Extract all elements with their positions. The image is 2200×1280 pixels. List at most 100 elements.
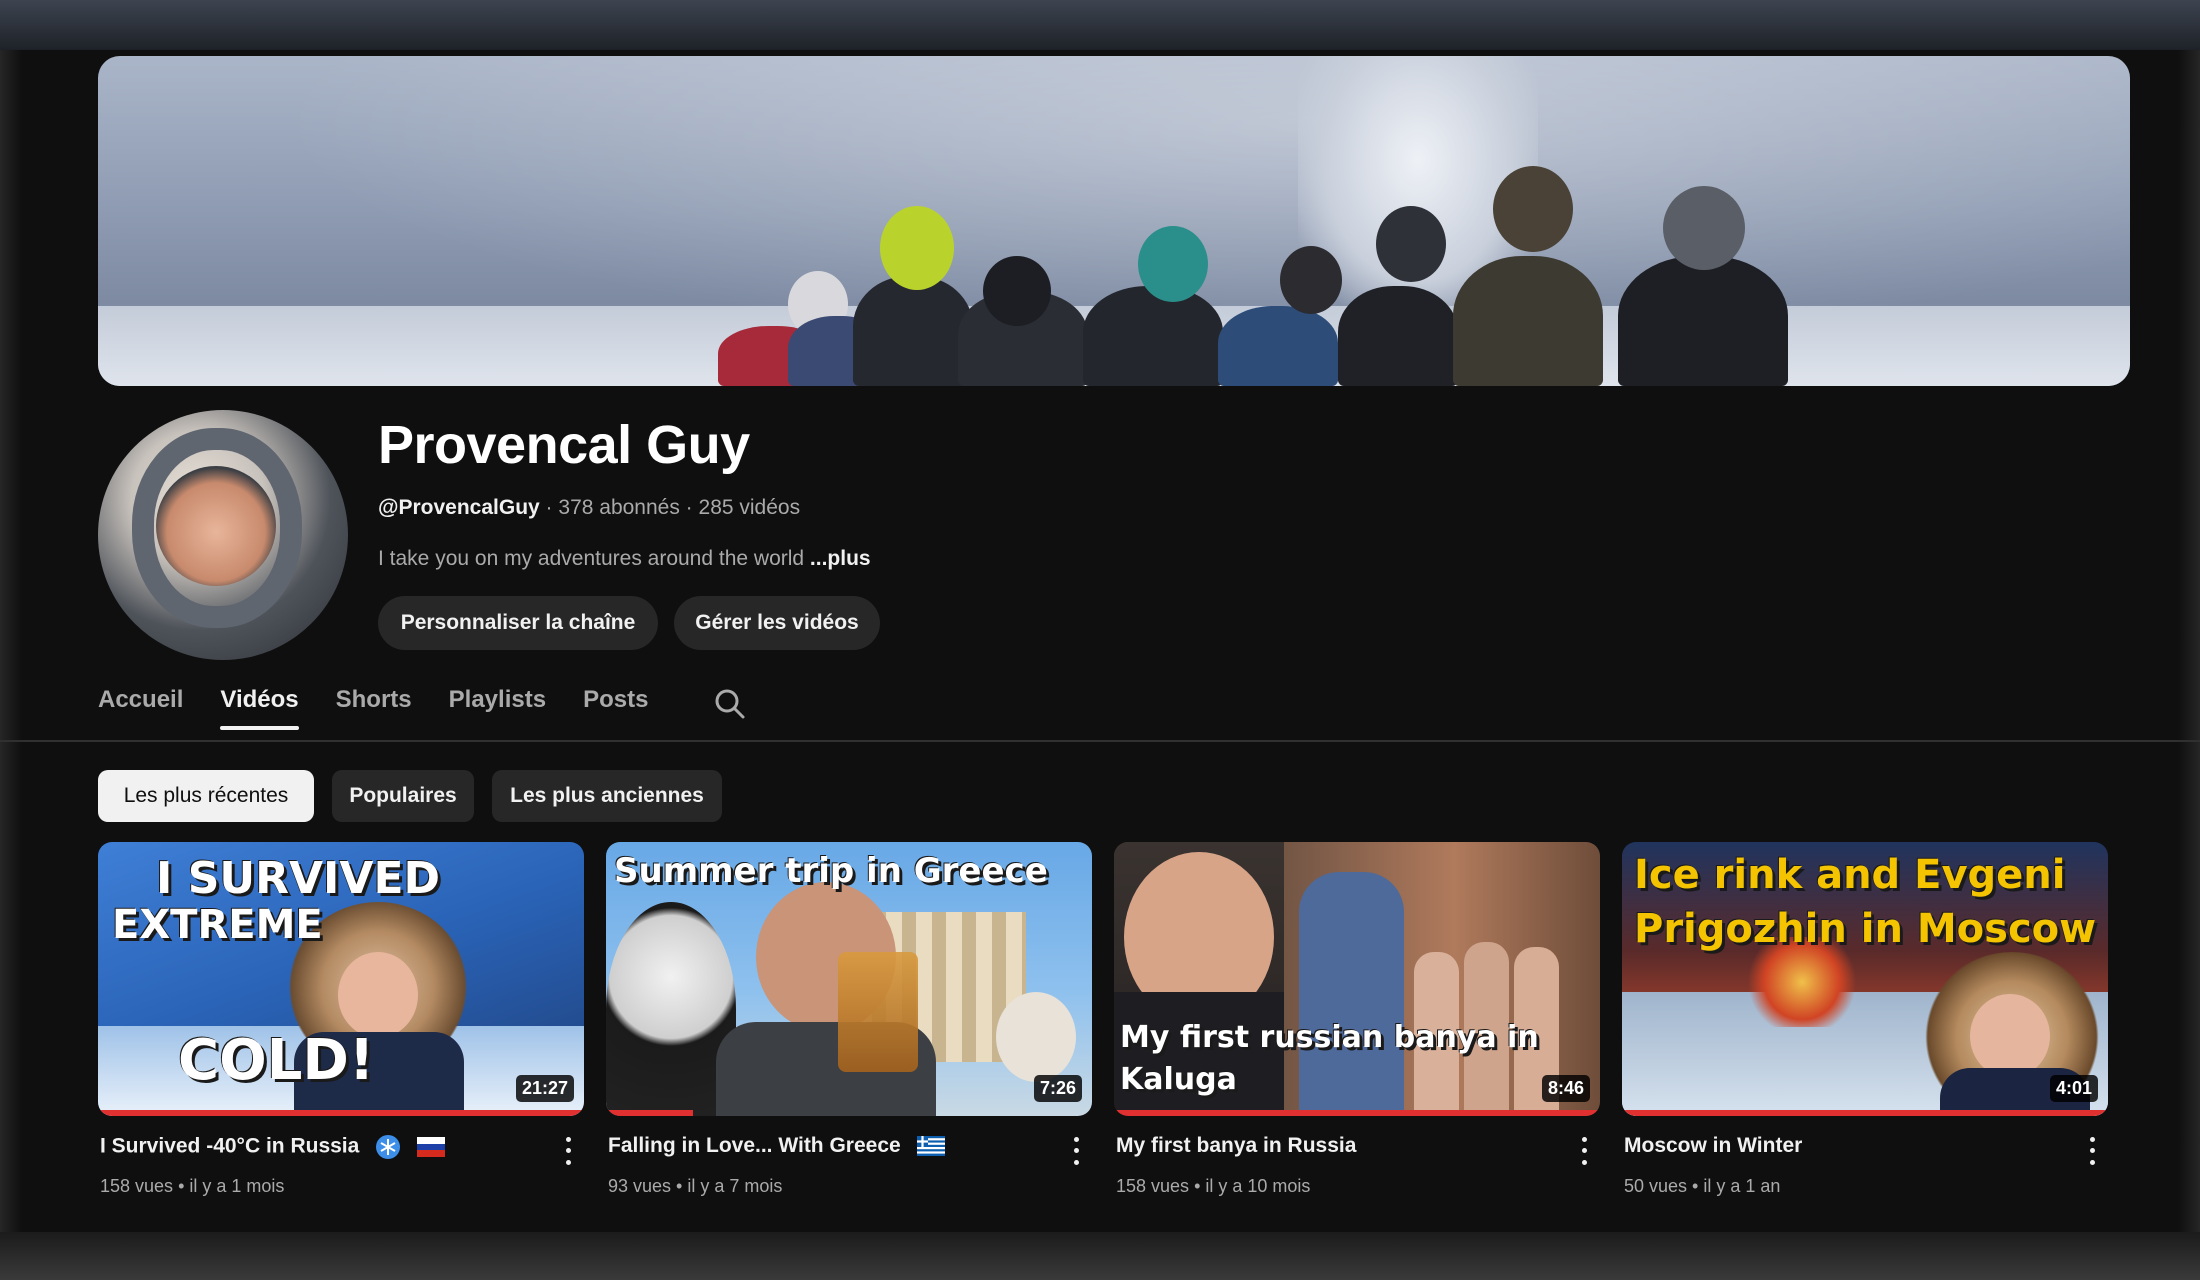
- upload-age: il y a 10 mois: [1205, 1176, 1311, 1196]
- banner-person: [1453, 256, 1603, 386]
- meta-separator: ·: [539, 496, 559, 519]
- face: [1970, 994, 2050, 1078]
- snowflake-emoji-icon: [376, 1135, 401, 1159]
- video-menu-icon[interactable]: [1574, 1134, 1594, 1168]
- chip-most-recent[interactable]: Les plus récentes: [98, 770, 314, 822]
- video-thumbnail[interactable]: Summer trip in Greece 7:26: [606, 842, 1092, 1116]
- banner-person: [1338, 286, 1458, 386]
- meta-separator: •: [671, 1176, 688, 1196]
- channel-name: Provencal Guy: [378, 415, 750, 475]
- video-duration: 7:26: [1033, 1075, 1082, 1102]
- video-meta: 158 vues • il y a 1 mois: [100, 1176, 284, 1197]
- channel-description[interactable]: I take you on my adventures around the w…: [378, 547, 871, 571]
- bottom-frame-band: [0, 1232, 2200, 1280]
- view-count: 158 vues: [1116, 1176, 1190, 1196]
- tab-home[interactable]: Accueil: [98, 686, 183, 730]
- video-menu-icon[interactable]: [558, 1134, 578, 1168]
- subscriber-count: 378 abonnés: [558, 496, 680, 519]
- banner-helmet: [1280, 246, 1342, 314]
- tab-shorts[interactable]: Shorts: [336, 686, 412, 730]
- video-card[interactable]: I SURVIVED EXTREME COLD! 21:27 I Survive…: [98, 842, 584, 1196]
- banner-person: [1218, 306, 1338, 386]
- child: [1299, 872, 1404, 1116]
- view-count: 158 vues: [100, 1176, 174, 1196]
- meta-separator: •: [173, 1176, 190, 1196]
- video-title[interactable]: Falling in Love... With Greece: [608, 1134, 945, 1158]
- upload-age: il y a 1 mois: [189, 1176, 285, 1196]
- banner-helmet: [880, 206, 954, 290]
- avatar-face: [156, 466, 276, 586]
- video-duration: 8:46: [1541, 1075, 1590, 1102]
- watch-progress-bar: [606, 1110, 694, 1116]
- video-meta: 93 vues • il y a 7 mois: [608, 1176, 782, 1197]
- view-count: 50 vues: [1624, 1176, 1688, 1196]
- description-more-link[interactable]: ...plus: [810, 547, 871, 570]
- meta-separator: •: [1189, 1176, 1206, 1196]
- thumbnail-caption-line-3: COLD!: [178, 1028, 375, 1093]
- right-frame-edge: [2178, 50, 2200, 1232]
- face: [338, 952, 418, 1038]
- video-title-text: Falling in Love... With Greece: [608, 1134, 901, 1157]
- tab-posts[interactable]: Posts: [583, 686, 648, 730]
- channel-tabs: Accueil Vidéos Shorts Playlists Posts: [98, 686, 685, 742]
- channel-meta: @ProvencalGuy · 378 abonnés · 285 vidéos: [378, 496, 800, 520]
- video-title-text: I Survived -40°C in Russia: [100, 1134, 360, 1158]
- customize-channel-button[interactable]: Personnaliser la chaîne: [378, 596, 658, 650]
- banner-person: [1083, 286, 1223, 386]
- thumbnail-caption-line-2: Prigozhin in Moscow: [1634, 906, 2097, 952]
- video-thumbnail[interactable]: My first russian banya in Kaluga 8:46: [1114, 842, 1600, 1116]
- search-icon[interactable]: [712, 686, 748, 722]
- channel-handle[interactable]: @ProvencalGuy: [378, 496, 540, 519]
- channel-banner: [98, 56, 2130, 386]
- banner-helmet: [1493, 166, 1573, 252]
- video-thumbnail[interactable]: I SURVIVED EXTREME COLD! 21:27: [98, 842, 584, 1116]
- banner-person: [1618, 256, 1788, 386]
- beer-glass: [838, 952, 918, 1072]
- upload-age: il y a 1 an: [1703, 1176, 1781, 1196]
- video-duration: 4:01: [2049, 1075, 2098, 1102]
- thumbnail-caption-line-1: Ice rink and Evgeni: [1634, 852, 2066, 898]
- upload-age: il y a 7 mois: [687, 1176, 783, 1196]
- video-card[interactable]: My first russian banya in Kaluga 8:46 My…: [1114, 842, 1600, 1196]
- video-menu-icon[interactable]: [2082, 1134, 2102, 1168]
- video-card[interactable]: Summer trip in Greece 7:26 Falling in Lo…: [606, 842, 1092, 1196]
- video-duration: 21:27: [515, 1075, 574, 1102]
- meta-separator: •: [1687, 1176, 1704, 1196]
- greece-flag-icon: [916, 1136, 945, 1157]
- watch-progress-bar: [1114, 1110, 1600, 1116]
- channel-avatar[interactable]: [98, 410, 348, 660]
- banner-helmet: [1376, 206, 1446, 282]
- tab-videos[interactable]: Vidéos: [220, 686, 299, 730]
- watch-progress-bar: [1622, 1110, 2108, 1116]
- russia-flag-icon: [417, 1137, 446, 1157]
- chip-oldest[interactable]: Les plus anciennes: [492, 770, 722, 822]
- meta-separator: ·: [679, 496, 699, 519]
- thumbnail-caption-line-2: Kaluga: [1120, 1062, 1237, 1097]
- cat: [996, 992, 1076, 1082]
- banner-helmet: [983, 256, 1051, 326]
- description-text: I take you on my adventures around the w…: [378, 547, 810, 570]
- video-card[interactable]: Ice rink and Evgeni Prigozhin in Moscow …: [1622, 842, 2108, 1196]
- tab-playlists[interactable]: Playlists: [449, 686, 546, 730]
- left-frame-edge: [0, 50, 22, 1232]
- banner-helmet: [1138, 226, 1208, 302]
- top-frame-band: [0, 0, 2200, 50]
- thumbnail-caption-line-2: EXTREME: [112, 902, 323, 948]
- banner-helmet: [1663, 186, 1745, 270]
- video-title[interactable]: My first banya in Russia: [1116, 1134, 1356, 1158]
- video-count: 285 vidéos: [698, 496, 801, 519]
- video-title[interactable]: Moscow in Winter: [1624, 1134, 1802, 1158]
- thumbnail-caption: Summer trip in Greece: [614, 851, 1048, 891]
- watch-progress-bar: [98, 1110, 584, 1116]
- thumbnail-caption-line-1: My first russian banya in: [1120, 1020, 1539, 1055]
- chip-popular[interactable]: Populaires: [332, 770, 474, 822]
- video-meta: 158 vues • il y a 10 mois: [1116, 1176, 1310, 1197]
- video-thumbnail[interactable]: Ice rink and Evgeni Prigozhin in Moscow …: [1622, 842, 2108, 1116]
- view-count: 93 vues: [608, 1176, 672, 1196]
- tabs-divider: [0, 740, 2200, 742]
- video-meta: 50 vues • il y a 1 an: [1624, 1176, 1780, 1197]
- thumbnail-caption-line-1: I SURVIVED: [156, 853, 441, 904]
- manage-videos-button[interactable]: Gérer les vidéos: [674, 596, 880, 650]
- video-menu-icon[interactable]: [1066, 1134, 1086, 1168]
- video-title[interactable]: I Survived -40°C in Russia: [100, 1134, 446, 1160]
